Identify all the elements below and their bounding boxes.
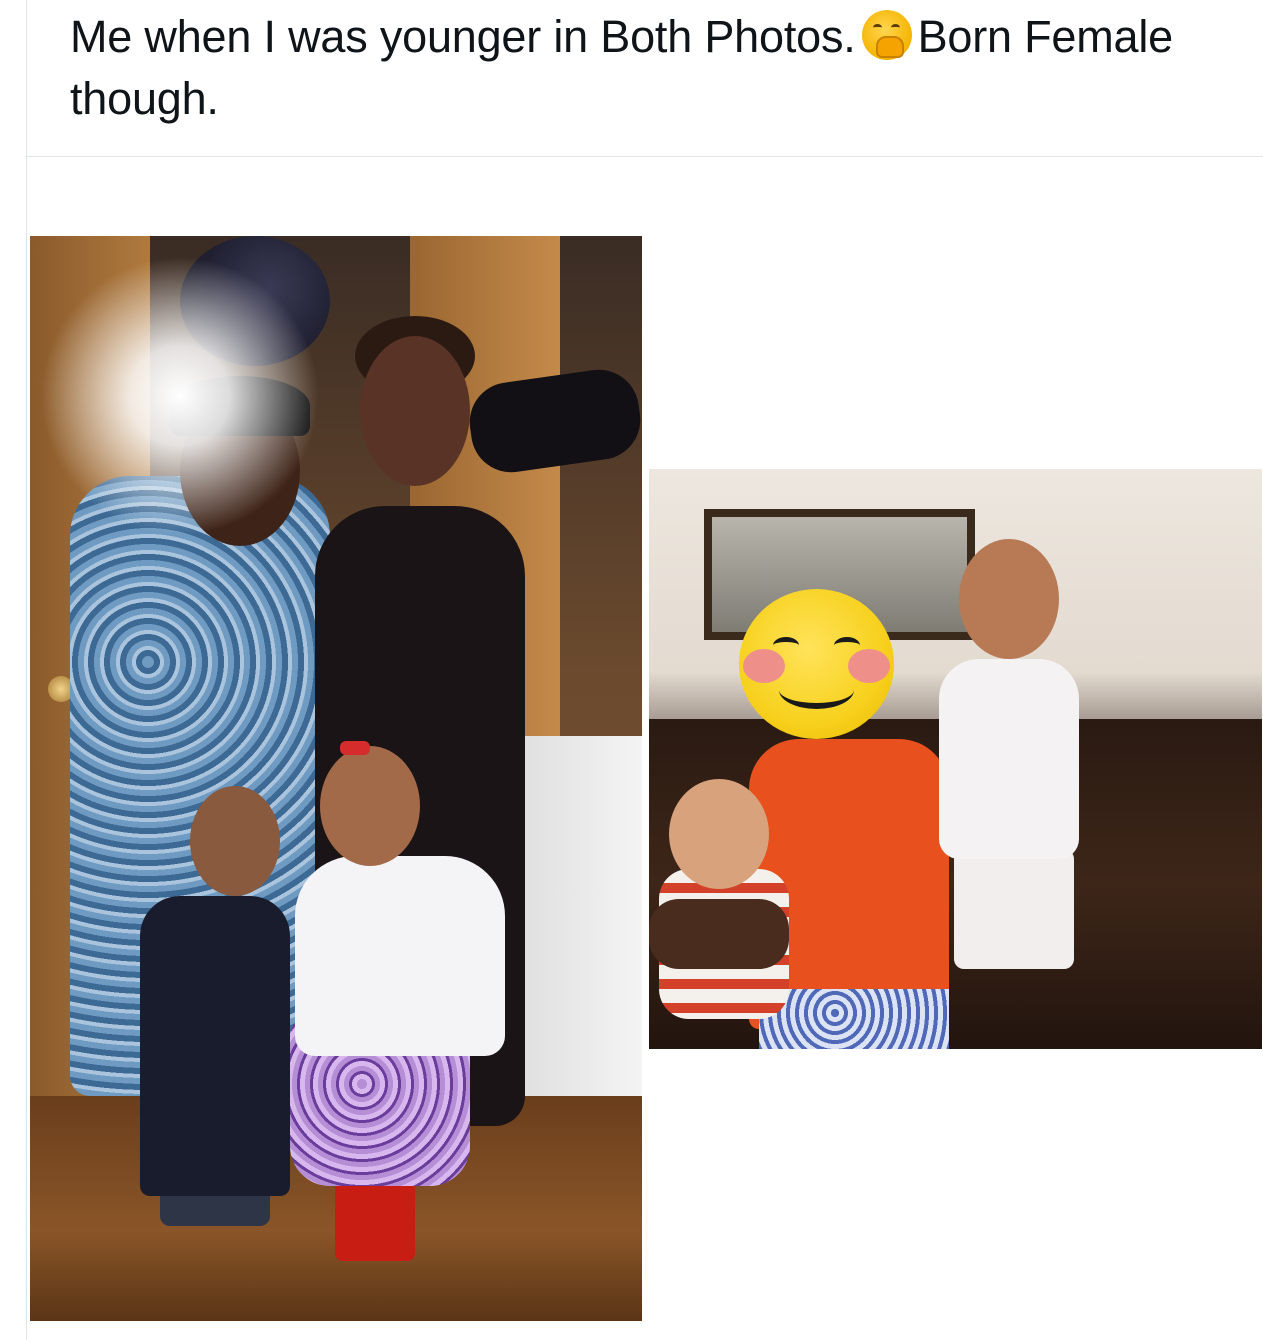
girl-figure [295, 856, 505, 1056]
toddler-figure [939, 659, 1079, 859]
girl-legs [335, 1181, 415, 1261]
hand-over-mouth-emoji-icon [861, 10, 912, 60]
baby-head [669, 779, 769, 889]
photo-left[interactable] [30, 236, 642, 1321]
woman-arm [649, 899, 789, 969]
girl-head [320, 746, 420, 866]
woman-head [360, 336, 470, 486]
photo-right[interactable] [649, 469, 1262, 1049]
boy-figure [140, 896, 290, 1196]
boy-head [190, 786, 280, 896]
post-text-part-1: Me when I was younger in Both Photos. [70, 11, 856, 62]
toddler-head [959, 539, 1059, 659]
toddler-legs [954, 849, 1074, 969]
smiling-face-emoji-icon [739, 589, 894, 739]
post-text: Me when I was younger in Both Photos. Bor… [70, 6, 1220, 130]
girl-bow [340, 741, 370, 755]
camera-flare [40, 256, 320, 536]
